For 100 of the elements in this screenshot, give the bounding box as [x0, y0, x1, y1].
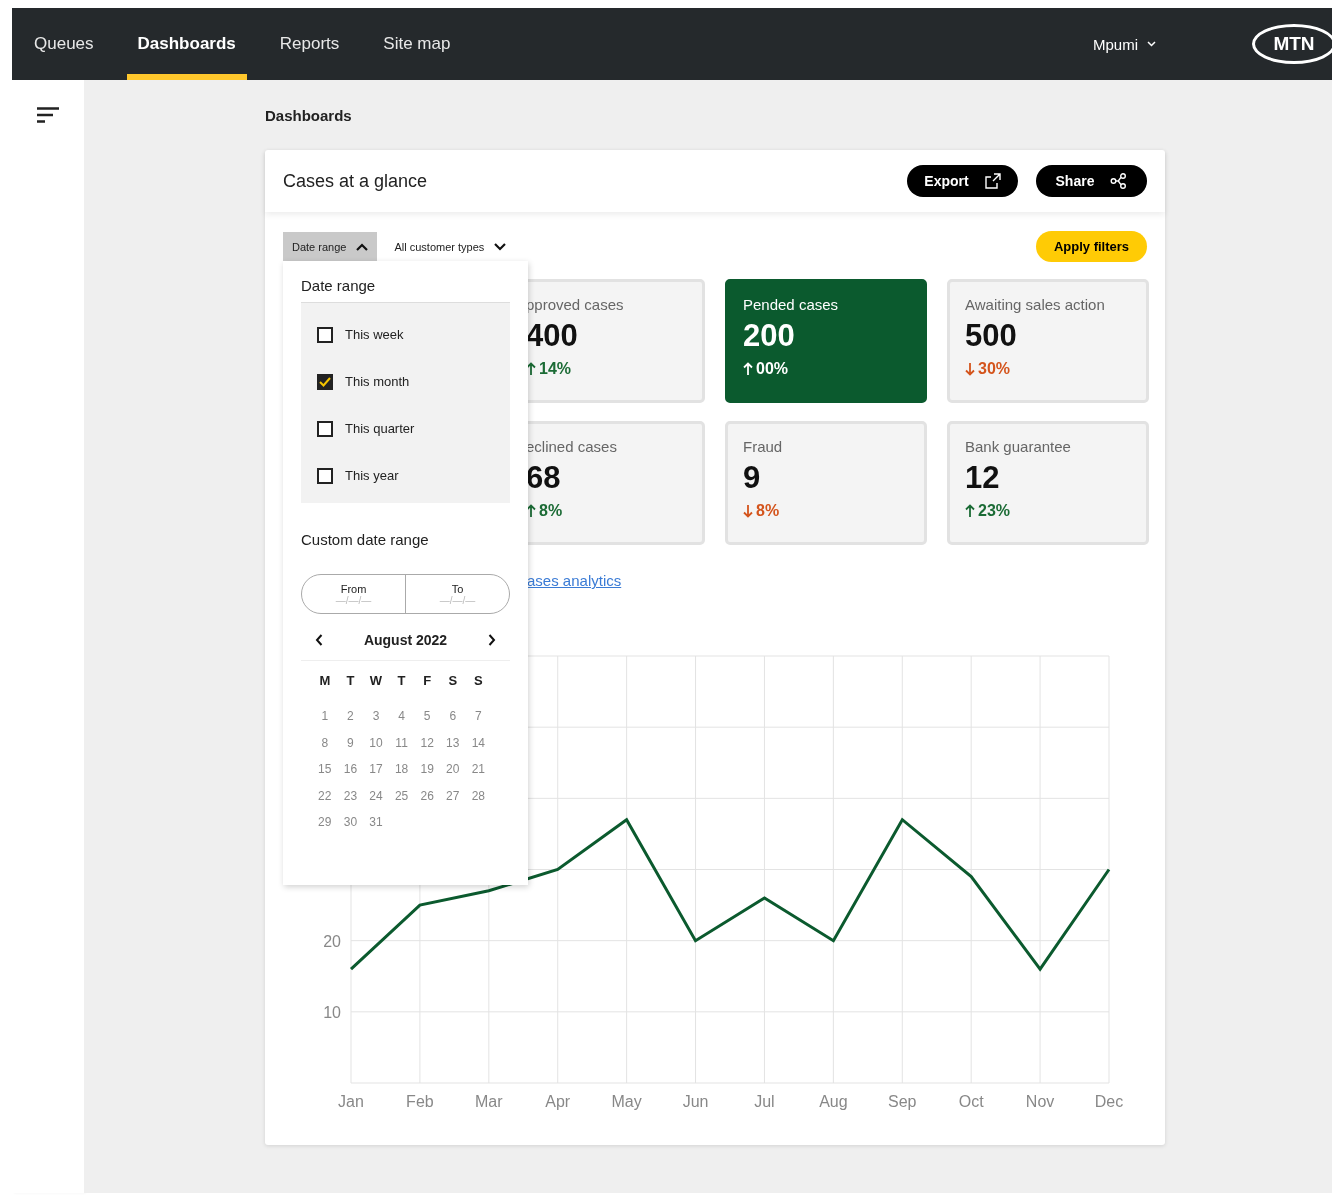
calendar-day[interactable]: 8 — [312, 729, 338, 757]
chevron-icon — [356, 242, 369, 251]
stat-label: Fraud — [743, 438, 784, 455]
weekday-label: T — [396, 672, 407, 690]
checkbox[interactable] — [317, 326, 333, 343]
weekday-label: T — [345, 672, 356, 690]
date-input[interactable]: —/—/— — [318, 594, 389, 606]
nav-tab[interactable]: Queues — [23, 8, 105, 80]
stat-change: 23% — [978, 502, 1011, 520]
calendar-day[interactable]: 4 — [388, 703, 415, 730]
arrow-down-icon — [743, 504, 753, 518]
checkbox[interactable] — [317, 420, 333, 437]
checkbox-option[interactable]: This quarter — [317, 405, 494, 452]
field-label: To — [451, 582, 464, 595]
weekday-label: S — [473, 672, 484, 690]
share-button[interactable]: Share — [1036, 165, 1147, 197]
checkbox-option[interactable]: This year — [317, 452, 494, 499]
stat-label: Pended cases — [743, 296, 840, 313]
stat-value: 200 — [743, 318, 796, 354]
calendar-day[interactable]: 2 — [337, 703, 364, 730]
calendar-day[interactable]: 9 — [337, 729, 364, 757]
date-input[interactable]: —/—/— — [422, 594, 493, 606]
stat-card[interactable]: Pended cases 200 00% — [725, 279, 927, 403]
filter-dropdown[interactable]: Date range — [283, 232, 378, 261]
weekday-label: S — [447, 672, 459, 690]
checkbox[interactable] — [317, 467, 333, 484]
apply-filters-button[interactable]: Apply filters — [1036, 231, 1147, 262]
calendar-day[interactable]: 22 — [312, 782, 338, 810]
user-menu[interactable]: Mpumi — [1087, 34, 1162, 54]
arrow-down-icon — [965, 362, 975, 376]
x-axis-label: Jul — [754, 1093, 775, 1110]
arrow-up-icon — [526, 504, 536, 518]
stat-label: Awaiting sales action — [965, 296, 1106, 313]
arrow-up-icon — [965, 504, 975, 518]
calendar-day[interactable]: 18 — [388, 756, 415, 783]
stat-value: 500 — [965, 318, 1018, 354]
analytics-link[interactable]: ases analytics — [527, 572, 622, 589]
checkbox-option[interactable]: This month — [317, 358, 494, 405]
checkbox-option[interactable]: This week — [317, 311, 494, 358]
filter-dropdown[interactable]: All customer types — [385, 232, 516, 261]
calendar-day[interactable]: 15 — [312, 756, 338, 783]
calendar-day[interactable]: 21 — [465, 756, 492, 783]
calendar-day[interactable]: 23 — [337, 782, 364, 810]
calendar-day[interactable]: 3 — [363, 703, 389, 730]
stat-change: 14% — [539, 360, 572, 378]
calendar-day[interactable]: 29 — [312, 809, 338, 836]
calendar-day[interactable]: 13 — [439, 729, 466, 757]
x-axis-label: Feb — [406, 1093, 434, 1110]
x-axis-label: Aug — [819, 1093, 848, 1110]
arrow-up-icon — [743, 362, 753, 376]
weekday-label: M — [318, 672, 332, 690]
stat-card[interactable]: Awaiting sales action 500 30% — [947, 279, 1149, 403]
x-axis-label: Mar — [475, 1093, 503, 1110]
calendar-day[interactable]: 11 — [388, 729, 415, 757]
calendar-day[interactable]: 26 — [414, 782, 440, 810]
calendar-day[interactable]: 12 — [414, 729, 440, 757]
calendar-day[interactable]: 17 — [363, 756, 389, 783]
logo[interactable]: MTN — [1252, 24, 1332, 64]
stat-value: 9 — [743, 460, 762, 496]
stat-card[interactable]: Bank guarantee 12 23% — [947, 421, 1149, 545]
x-axis-label: Jun — [682, 1093, 709, 1110]
x-axis-label: Sep — [888, 1093, 917, 1110]
stat-change: 8% — [756, 502, 780, 520]
stat-label: eclined cases — [526, 438, 618, 455]
page-title: Dashboards — [265, 107, 353, 124]
calendar-day[interactable]: 20 — [439, 756, 466, 783]
chevron-down-icon — [1147, 41, 1156, 47]
y-axis-label: 20 — [323, 932, 341, 950]
calendar-day[interactable]: 31 — [363, 809, 389, 836]
export-button[interactable]: Export — [907, 165, 1018, 197]
nav-tab[interactable]: Site map — [372, 8, 462, 80]
previous-icon[interactable] — [315, 634, 323, 646]
calendar-day[interactable]: 19 — [414, 756, 440, 783]
x-axis-label: Dec — [1094, 1093, 1124, 1110]
arrow-up-icon — [526, 362, 536, 376]
share-icon — [1110, 173, 1128, 189]
stat-value: 68 — [526, 460, 562, 496]
calendar-day[interactable]: 30 — [337, 809, 364, 836]
next-icon[interactable] — [488, 634, 496, 646]
calendar-day[interactable]: 27 — [439, 782, 466, 810]
calendar-day[interactable]: 14 — [465, 729, 492, 757]
calendar-day[interactable]: 6 — [439, 703, 466, 730]
stat-card[interactable]: Fraud 9 8% — [725, 421, 927, 545]
calendar-day[interactable]: 7 — [465, 703, 492, 730]
stat-change: 00% — [756, 360, 789, 378]
calendar-day[interactable]: 28 — [465, 782, 492, 810]
x-axis-label: Apr — [545, 1093, 571, 1110]
calendar-day[interactable]: 16 — [337, 756, 364, 783]
stat-change: 30% — [978, 360, 1011, 378]
calendar-day[interactable]: 10 — [363, 729, 389, 757]
calendar-day[interactable]: 5 — [414, 703, 440, 730]
nav-tab[interactable]: Reports — [268, 8, 351, 80]
menu-icon[interactable] — [37, 107, 59, 123]
calendar-day[interactable]: 1 — [312, 703, 338, 730]
calendar-day[interactable]: 25 — [388, 782, 415, 810]
chevron-icon — [494, 242, 507, 251]
checkbox[interactable] — [317, 373, 333, 390]
calendar-day[interactable]: 24 — [363, 782, 389, 810]
calendar-month: August 2022 — [363, 632, 448, 648]
x-axis-label: Jan — [338, 1093, 364, 1110]
